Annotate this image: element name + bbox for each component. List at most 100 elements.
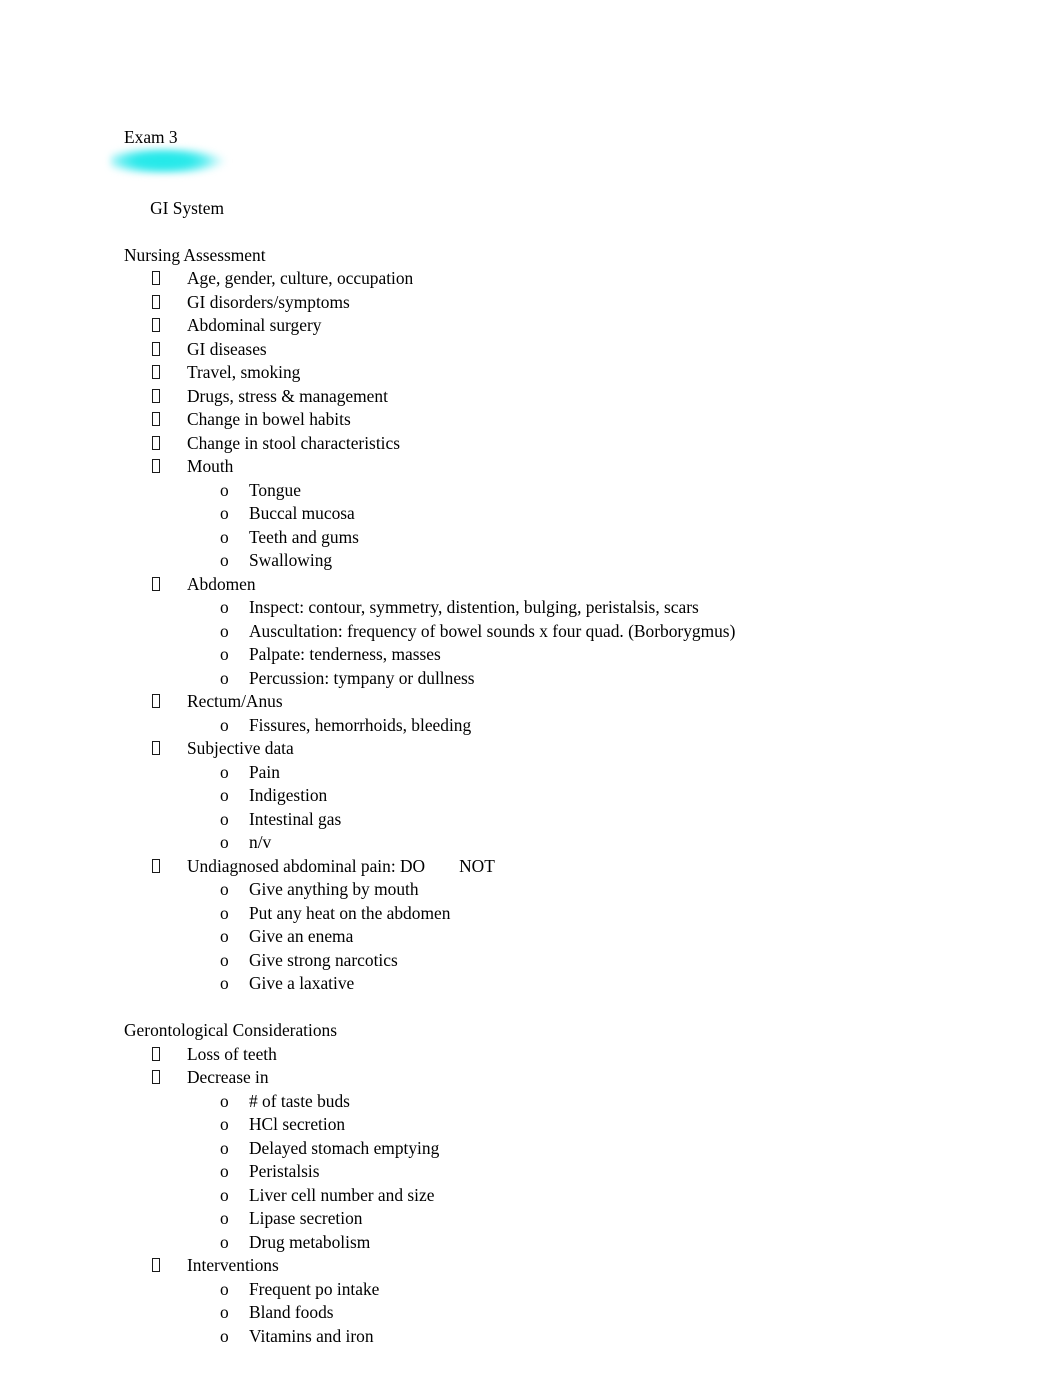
outline-item-level2: o Intestinal gas [124,808,954,832]
outline-item-level2: o Auscultation: frequency of bowel sounds… [124,620,954,644]
circle-bullet-icon: o [220,785,229,805]
circle-bullet-icon: o [220,550,229,570]
outline-item-level1: GI diseases [124,338,954,362]
outline-item-label: Fissures, hemorrhoids, bleeding [249,714,472,735]
outline-item-label: Travel, smoking [187,362,301,382]
circle-bullet-icon: o [220,1325,229,1346]
outline-item-level2: o Tongue [124,479,954,503]
outline-item-label: Swallowing [249,550,333,570]
outline-item-level1: Abdominal surgery [124,314,954,338]
gi-system-heading: GI System [110,147,954,244]
section-heading: Nursing Assessment [124,244,266,265]
missing-glyph-bullet-icon [152,741,160,755]
outline-item-label: GI disorders/symptoms [187,291,350,312]
outline-item-level2: o Bland foods [124,1301,954,1325]
outline-item-label: HCl secretion [249,1114,346,1134]
missing-glyph-bullet-icon [152,271,160,285]
outline-item-level2: o Fissures, hemorrhoids, bleeding [124,714,954,738]
missing-glyph-bullet-icon [152,341,160,356]
outline-item-label: Inspect: contour, symmetry, distention, … [249,597,699,617]
outline-item-label: Change in stool characteristics [187,432,400,453]
outline-item-label: Liver cell number and size [249,1184,435,1205]
outline-item-level1: Drugs, stress & management [124,385,954,409]
outline-item-level2: o Indigestion [124,784,954,808]
circle-bullet-icon: o [220,761,229,782]
outline-item-label: Age, gender, culture, occupation [187,268,414,288]
outline-item-label: Drug metabolism [249,1231,371,1252]
outline-item-label: Mouth [187,456,234,476]
circle-bullet-icon: o [220,902,229,923]
outline-item-level1: GI disorders/symptoms [124,291,954,315]
outline-item-label: Pain [249,761,280,782]
outline-item-level2: o Delayed stomach emptying [124,1137,954,1161]
outline-item-label: Indigestion [249,785,328,805]
outline-item-level2: o Buccal mucosa [124,502,954,526]
outline-item-level2: o Palpate: tenderness, masses [124,643,954,667]
document-body: Exam 3 GI System Nursing Assessment Age, … [110,126,954,1349]
missing-glyph-bullet-icon [152,576,160,591]
cyan-highlight [110,147,226,174]
outline-item-level2: o Vitamins and iron [124,1325,954,1349]
outline-item-label: Bland foods [249,1302,334,1322]
missing-glyph-bullet-icon [152,412,160,426]
circle-bullet-icon: o [220,644,229,664]
outline-item-level2: o Frequent po intake [124,1278,954,1302]
circle-bullet-icon: o [220,1114,229,1134]
outline-item-label: Palpate: tenderness, masses [249,644,441,664]
circle-bullet-icon: o [220,1208,229,1228]
outline-item-level1: Subjective data [124,737,954,761]
circle-bullet-icon: o [220,479,229,500]
outline-item-level2: o Liver cell number and size [124,1184,954,1208]
circle-bullet-icon: o [220,620,229,641]
outline-item-label: Undiagnosed abdominal pain: DO [187,855,426,876]
circle-bullet-icon: o [220,1137,229,1158]
circle-bullet-icon: o [220,526,229,547]
missing-glyph-bullet-icon [152,365,160,379]
outline-item-label: Abdominal surgery [187,315,322,335]
outline-item-level1: Interventions [124,1254,954,1278]
outline-item-level2: o Swallowing [124,549,954,573]
outline-item-level1: Travel, smoking [124,361,954,385]
outline-item-level2: o Pain [124,761,954,785]
outline-item-level2: o n/v [124,831,954,855]
outline-item-label: Change in bowel habits [187,409,351,429]
outline-item-label: n/v [249,832,272,852]
outline-item-label: Rectum/Anus [187,691,283,711]
outline-item-label: Tongue [249,479,301,500]
missing-glyph-bullet-icon [152,694,160,708]
outline-item-level1: Change in stool characteristics [124,432,954,456]
outline-item-label: Interventions [187,1255,279,1275]
missing-glyph-bullet-icon [152,459,160,473]
outline-item-level1: Abdomen [124,573,954,597]
outline-item-label: Peristalsis [249,1161,320,1181]
outline-item-label: Intestinal gas [249,808,342,829]
outline-item-label: GI diseases [187,338,267,359]
outline-item-level2: o # of taste buds [124,1090,954,1114]
outline-item-label: Give strong narcotics [249,949,398,970]
missing-glyph-bullet-icon [152,318,160,332]
circle-bullet-icon: o [220,1302,229,1322]
outline-item-level2: o Percussion: tympany or dullness [124,667,954,691]
outline-item-label: Lipase secretion [249,1208,363,1228]
outline-item-label: Give anything by mouth [249,879,419,899]
outline-item-label: Drugs, stress & management [187,385,388,406]
outline-item-label: Auscultation: frequency of bowel sounds … [249,620,736,641]
outline-item-level2: o Put any heat on the abdomen [124,902,954,926]
circle-bullet-icon: o [220,832,229,852]
circle-bullet-icon: o [220,973,229,993]
missing-glyph-bullet-icon [152,435,160,450]
circle-bullet-icon: o [220,879,229,899]
missing-glyph-bullet-icon [152,1258,160,1272]
outline-item-label: Give a laxative [249,973,355,993]
outline-content: Nursing Assessment Age, gender, culture, … [124,244,954,1349]
circle-bullet-icon: o [220,1090,229,1111]
outline-item-level2: o HCl secretion [124,1113,954,1137]
outline-item-label: Vitamins and iron [249,1325,374,1346]
circle-bullet-icon: o [220,667,229,688]
circle-bullet-icon: o [220,926,229,946]
outline-item-level1: Loss of teeth [124,1043,954,1067]
circle-bullet-icon: o [220,597,229,617]
missing-glyph-bullet-icon [152,294,160,309]
circle-bullet-icon: o [220,949,229,970]
outline-item-level2: o Give an enema [124,925,954,949]
